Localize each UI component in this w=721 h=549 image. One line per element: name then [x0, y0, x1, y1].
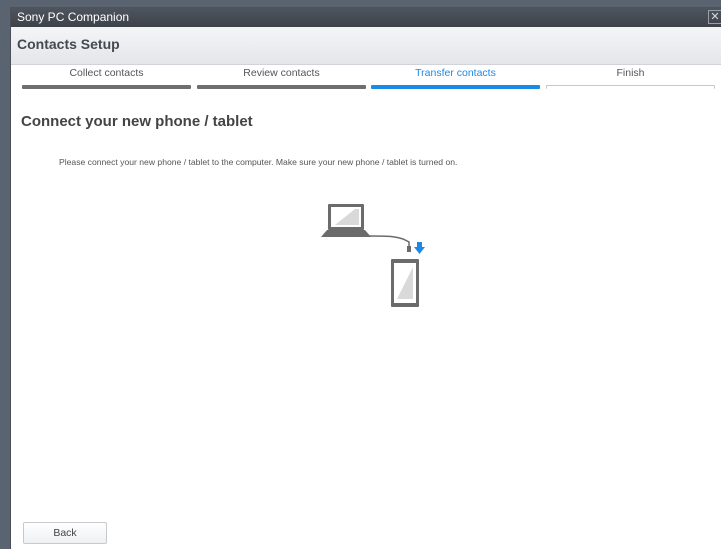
step-label: Transfer contacts — [415, 67, 496, 79]
step-progress-bar — [546, 85, 715, 89]
step-progress-bar — [22, 85, 191, 89]
title-bar[interactable]: Sony PC Companion ✕ — [11, 7, 721, 27]
step-collect-contacts: Collect contacts — [22, 67, 191, 97]
phone-icon — [391, 259, 419, 307]
section-heading: Connect your new phone / tablet — [21, 113, 253, 130]
step-transfer-contacts: Transfer contacts — [371, 67, 540, 97]
app-window: Sony PC Companion ✕ Contacts Setup Colle… — [10, 7, 721, 549]
step-label: Review contacts — [243, 67, 320, 79]
page-title: Contacts Setup — [17, 36, 120, 52]
back-button[interactable]: Back — [23, 522, 107, 544]
window-title: Sony PC Companion — [17, 10, 130, 24]
laptop-icon — [321, 204, 371, 237]
download-arrow-icon — [414, 242, 425, 254]
page-header: Contacts Setup — [11, 27, 721, 65]
step-review-contacts: Review contacts — [197, 67, 366, 97]
step-label: Collect contacts — [69, 67, 144, 79]
step-finish: Finish — [546, 67, 715, 97]
connect-device-illustration — [321, 204, 425, 307]
usb-cable-icon — [368, 235, 411, 252]
instruction-text: Please connect your new phone / tablet t… — [59, 157, 458, 167]
step-progress-bar — [197, 85, 366, 89]
close-icon[interactable]: ✕ — [708, 10, 721, 24]
step-progress-bar — [371, 85, 540, 89]
step-label: Finish — [616, 67, 645, 79]
setup-progress-steps: Collect contacts Review contacts Transfe… — [22, 67, 715, 97]
